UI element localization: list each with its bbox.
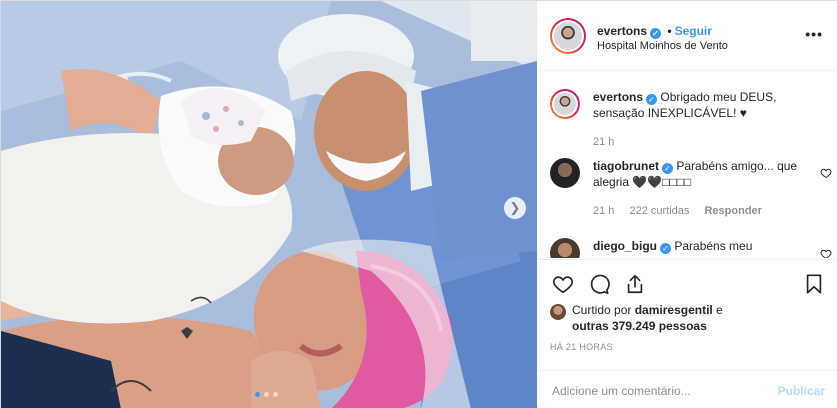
verified-badge-icon: ✓ [660,243,671,254]
carousel-dot [273,392,278,397]
verified-badge-icon: ✓ [650,28,662,39]
comment-text: Parabéns meu [674,239,753,253]
post-photo[interactable]: ❯ [1,1,537,408]
carousel-next-button[interactable]: ❯ [504,197,526,219]
liker-username[interactable]: damiresgentil [635,303,713,317]
comment-avatar[interactable] [550,158,580,188]
liker-avatar[interactable] [550,304,566,320]
instagram-post: ❯ evertons ✓ • Seguir Hospital Moinhos de … [0,0,837,408]
heart-icon[interactable] [552,273,574,295]
post-side-panel: evertons ✓ • Seguir Hospital Moinhos de Ve… [538,1,837,408]
comment-meta: 21 h 222 curtidas Responder [593,205,774,217]
bookmark-icon[interactable] [803,273,825,295]
photo-illustration [1,1,537,408]
comment-icon[interactable] [588,273,610,295]
comment-username[interactable]: tiagobrunet [593,159,659,173]
comment-body: tiagobrunet ✓ Parabéns amigo... que alegr… [593,158,817,190]
comments-list[interactable]: evertons ✓ Obrigado meu DEUS, sensação IN… [538,72,837,258]
comment-avatar[interactable] [550,238,580,258]
comment-like-heart-icon[interactable] [820,167,832,179]
reply-button[interactable]: Responder [704,205,761,217]
caption-username[interactable]: evertons [593,90,643,104]
post-actions: Curtido por damiresgentil e outras 379.2… [538,259,837,408]
carousel-dot [255,392,260,397]
carousel-indicator [255,392,278,397]
comment-likes[interactable]: 222 curtidas [629,205,689,217]
chevron-right-icon: ❯ [509,200,521,215]
caption-meta: 21 h [593,136,626,148]
author-line: evertons ✓ • Seguir [597,24,712,39]
likes-prefix: Curtido por [572,303,632,317]
author-username[interactable]: evertons [597,24,647,38]
share-icon[interactable] [624,273,646,295]
post-timestamp[interactable]: HÁ 21 HORAS [550,342,613,352]
caption-time: 21 h [593,136,615,148]
likes-connector: e [716,303,723,317]
carousel-dot [264,392,269,397]
more-options-icon[interactable]: ••• [805,26,823,42]
add-comment-bar: Publicar [538,370,837,408]
publish-button[interactable]: Publicar [778,384,825,398]
comment-like-heart-icon[interactable] [820,248,832,258]
caption-avatar[interactable] [550,89,580,119]
verified-badge-icon: ✓ [646,94,658,105]
post-header: evertons ✓ • Seguir Hospital Moinhos de Ve… [538,1,837,71]
comment-body: diego_bigu ✓ Parabéns meu [593,238,817,254]
comment-username[interactable]: diego_bigu [593,239,657,253]
verified-badge-icon: ✓ [662,163,673,174]
follow-button[interactable]: Seguir [675,24,712,38]
likes-others[interactable]: outras 379.249 pessoas [572,319,707,333]
caption-body: evertons ✓ Obrigado meu DEUS, sensação IN… [593,89,817,121]
comment-time: 21 h [593,205,615,217]
separator: • [667,24,672,38]
comment-input[interactable] [552,381,762,401]
post-location[interactable]: Hospital Moinhos de Vento [597,40,728,52]
author-avatar[interactable] [550,18,586,54]
